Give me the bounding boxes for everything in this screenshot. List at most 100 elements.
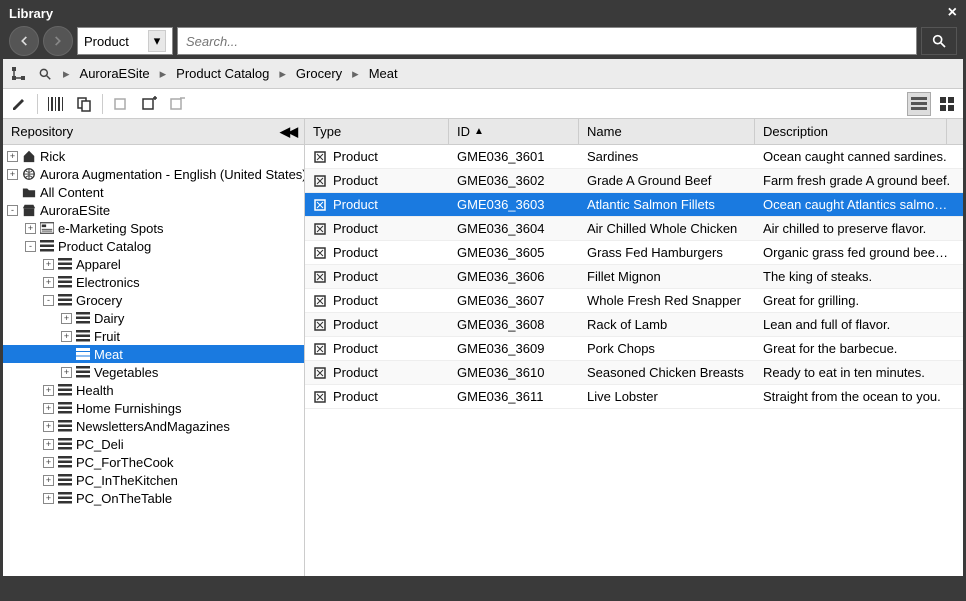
add-button[interactable] [137,92,161,116]
grid-header: Type ID▲ Name Description [305,119,963,145]
tree-node-label: Home Furnishings [76,401,182,416]
breadcrumb-item[interactable]: Product Catalog [170,66,275,81]
titlebar: Library × [3,3,963,23]
product-icon [313,222,327,236]
tree-node[interactable]: -AuroraESite [3,201,304,219]
list-view-icon [911,97,927,111]
column-description[interactable]: Description [755,119,947,144]
list-icon [75,310,91,326]
new-button[interactable] [109,92,133,116]
breadcrumb-item[interactable]: AuroraESite [74,66,156,81]
tree-node[interactable]: +Rick [3,147,304,165]
expand-icon[interactable]: + [43,385,54,396]
expand-icon[interactable]: + [7,151,18,162]
cell-name: Grass Fed Hamburgers [579,245,755,260]
table-row[interactable]: ProductGME036_3601SardinesOcean caught c… [305,145,963,169]
tree-node[interactable]: Meat [3,345,304,363]
tree-node[interactable]: +PC_ForTheCook [3,453,304,471]
table-row[interactable]: ProductGME036_3606Fillet MignonThe king … [305,265,963,289]
tree-node-label: Vegetables [94,365,158,380]
tree-node[interactable]: +Health [3,381,304,399]
breadcrumb-bar: ▸AuroraESite▸Product Catalog▸Grocery▸Mea… [3,59,963,89]
cell-description: Air chilled to preserve flavor. [755,221,963,236]
expand-icon[interactable]: + [43,457,54,468]
tree-node[interactable]: +Aurora Augmentation - English (United S… [3,165,304,183]
home-icon [21,148,37,164]
sort-asc-icon: ▲ [474,126,484,137]
expand-icon[interactable]: + [7,169,18,180]
list-view-button[interactable] [907,92,931,116]
expand-icon[interactable]: + [43,259,54,270]
tree-node-label: e-Marketing Spots [58,221,164,236]
table-row[interactable]: ProductGME036_3608Rack of LambLean and f… [305,313,963,337]
remove-button[interactable] [165,92,189,116]
tree-node[interactable]: +NewslettersAndMagazines [3,417,304,435]
barcode-button[interactable] [44,92,68,116]
edit-button[interactable] [7,92,31,116]
expand-icon[interactable]: + [61,331,72,342]
expand-icon[interactable]: + [43,493,54,504]
type-filter-value: Product [84,34,129,49]
expand-icon[interactable]: + [43,439,54,450]
grid-body[interactable]: ProductGME036_3601SardinesOcean caught c… [305,145,963,576]
tree-node-label: Fruit [94,329,120,344]
tree-node[interactable]: + e-Marketing Spots [3,219,304,237]
tree-node[interactable]: +Apparel [3,255,304,273]
tree-node[interactable]: + Vegetables [3,363,304,381]
expand-icon[interactable]: + [43,475,54,486]
collapse-icon[interactable]: - [25,241,36,252]
close-icon[interactable]: × [948,4,957,22]
tree-node[interactable]: +PC_OnTheTable [3,489,304,507]
library-window: Library × Product ▾ ▸AuroraESite▸Product… [0,0,966,601]
column-name[interactable]: Name [579,119,755,144]
column-id[interactable]: ID▲ [449,119,579,144]
tree-node[interactable]: + Home Furnishings [3,399,304,417]
cell-description: The king of steaks. [755,269,963,284]
table-row[interactable]: ProductGME036_3611Live LobsterStraight f… [305,385,963,409]
tree-body[interactable]: +Rick+Aurora Augmentation - English (Uni… [3,145,304,576]
table-row[interactable]: ProductGME036_3605Grass Fed HamburgersOr… [305,241,963,265]
table-row[interactable]: ProductGME036_3607Whole Fresh Red Snappe… [305,289,963,313]
collapse-icon[interactable]: - [7,205,18,216]
expand-icon[interactable]: + [25,223,36,234]
tree-node[interactable]: All Content [3,183,304,201]
type-filter-select[interactable]: Product ▾ [77,27,173,55]
tree-node[interactable]: +Dairy [3,309,304,327]
cell-name: Air Chilled Whole Chicken [579,221,755,236]
cell-type: Product [305,365,449,380]
tree-node[interactable]: +PC_Deli [3,435,304,453]
tree-view-button[interactable] [7,62,31,86]
table-row[interactable]: ProductGME036_3603Atlantic Salmon Fillet… [305,193,963,217]
nav-back-button[interactable] [9,26,39,56]
table-row[interactable]: ProductGME036_3609Pork ChopsGreat for th… [305,337,963,361]
expand-icon[interactable]: + [43,277,54,288]
tree-node[interactable]: + Fruit [3,327,304,345]
tree-node-label: Grocery [76,293,122,308]
table-row[interactable]: ProductGME036_3602Grade A Ground BeefFar… [305,169,963,193]
tree-node[interactable]: +Electronics [3,273,304,291]
tree-node[interactable]: +PC_InTheKitchen [3,471,304,489]
expand-icon[interactable]: + [43,421,54,432]
grid-view-button[interactable] [935,92,959,116]
expand-icon[interactable]: + [43,403,54,414]
copy-button[interactable] [72,92,96,116]
breadcrumb-item[interactable]: Grocery [290,66,348,81]
collapse-icon[interactable]: - [43,295,54,306]
breadcrumb-item[interactable]: Meat [363,66,404,81]
cell-type: Product [305,317,449,332]
tree-node-label: Meat [94,347,123,362]
main-area: Repository ◀◀ +Rick+Aurora Augmentation … [3,119,963,576]
expand-icon[interactable]: + [61,367,72,378]
cell-type: Product [305,149,449,164]
tree-node[interactable]: -Product Catalog [3,237,304,255]
column-type[interactable]: Type [305,119,449,144]
nav-forward-button[interactable] [43,26,73,56]
search-input[interactable] [177,27,917,55]
table-row[interactable]: ProductGME036_3610Seasoned Chicken Breas… [305,361,963,385]
tree-node[interactable]: - Grocery [3,291,304,309]
collapse-panel-button[interactable]: ◀◀ [280,124,296,140]
find-button[interactable] [33,62,57,86]
search-button[interactable] [921,27,957,55]
table-row[interactable]: ProductGME036_3604Air Chilled Whole Chic… [305,217,963,241]
expand-icon[interactable]: + [61,313,72,324]
